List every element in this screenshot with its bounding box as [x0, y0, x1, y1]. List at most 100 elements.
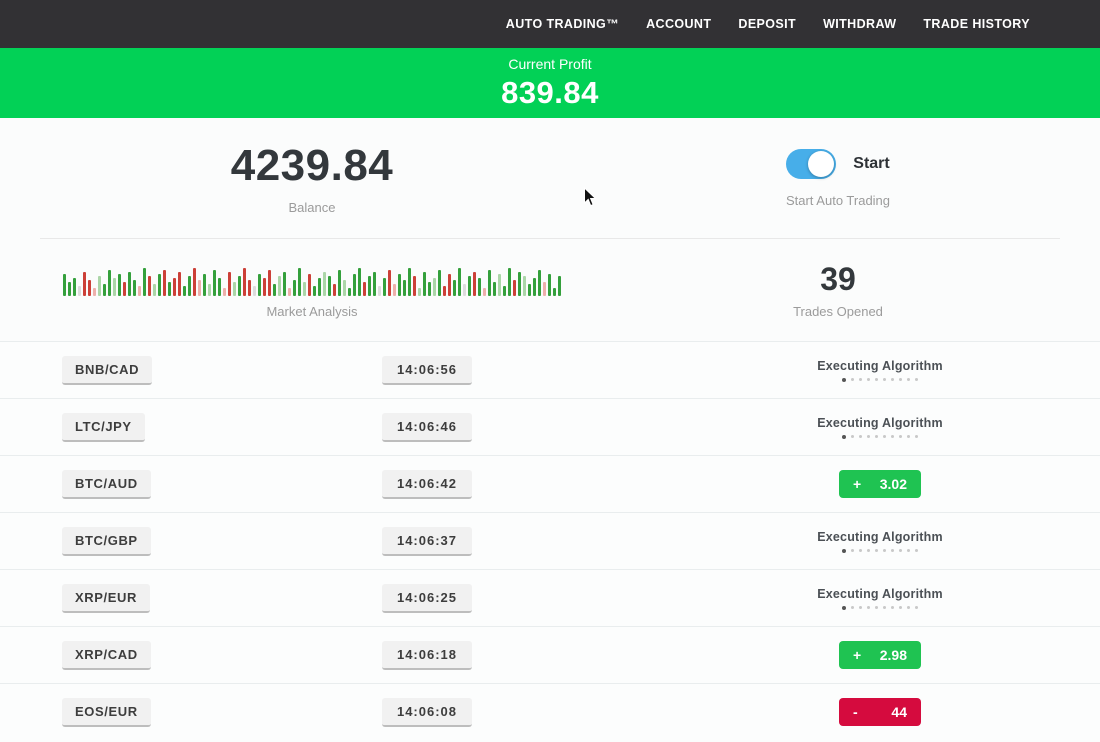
- candle-bar: [458, 268, 461, 296]
- candle-bar: [68, 282, 71, 296]
- result-cell: - 44: [472, 698, 1100, 726]
- result-cell: Executing Algorithm: [472, 416, 1100, 439]
- candle-bar: [493, 282, 496, 296]
- pair-cell: BNB/CAD: [40, 356, 382, 385]
- candle-bar: [188, 276, 191, 296]
- candle-bar: [268, 270, 271, 296]
- pair-cell: XRP/CAD: [40, 641, 382, 670]
- executing-label: Executing Algorithm: [817, 416, 943, 430]
- nav-item-deposit[interactable]: DEPOSIT: [738, 17, 796, 31]
- progress-dot: [883, 606, 886, 609]
- candle-bar: [488, 270, 491, 296]
- candle-bar: [318, 278, 321, 296]
- pair-cell: EOS/EUR: [40, 698, 382, 727]
- nav-item-trade-history[interactable]: TRADE HISTORY: [923, 17, 1030, 31]
- progress-dot: [867, 549, 870, 552]
- profit-banner: Current Profit 839.84: [0, 48, 1100, 118]
- trade-result-badge: +2.98: [839, 641, 921, 669]
- candle-bar: [413, 276, 416, 296]
- time-cell: 14:06:56: [382, 356, 472, 385]
- candle-bar: [128, 272, 131, 296]
- progress-dot: [875, 378, 878, 381]
- candle-bar: [353, 274, 356, 296]
- candle-bar: [283, 272, 286, 296]
- candle-bar: [198, 280, 201, 296]
- nav-item-auto-trading[interactable]: AUTO TRADING™: [506, 17, 619, 31]
- time-badge: 14:06:42: [382, 470, 472, 499]
- progress-dot: [915, 606, 918, 609]
- pair-cell: BTC/GBP: [40, 527, 382, 556]
- candle-bar: [428, 282, 431, 296]
- candle-bar: [358, 268, 361, 296]
- result-value: 44: [891, 704, 907, 720]
- candle-bar: [343, 280, 346, 296]
- progress-dot: [867, 378, 870, 381]
- time-cell: 14:06:46: [382, 413, 472, 442]
- balance-label: Balance: [289, 200, 336, 215]
- pair-cell: BTC/AUD: [40, 470, 382, 499]
- progress-dot: [851, 606, 854, 609]
- candle-bar: [108, 270, 111, 296]
- progress-dot: [842, 378, 846, 382]
- progress-dot: [851, 435, 854, 438]
- time-badge: 14:06:25: [382, 584, 472, 613]
- candle-bar: [518, 272, 521, 296]
- toggle-knob: [808, 151, 834, 177]
- candle-bar: [423, 272, 426, 296]
- progress-dot: [915, 435, 918, 438]
- executing-status: Executing Algorithm: [817, 359, 943, 382]
- result-cell: +2.98: [472, 641, 1100, 669]
- candle-bar: [78, 286, 81, 296]
- balance-stat: 4239.84 Balance: [0, 118, 624, 238]
- executing-status: Executing Algorithm: [817, 587, 943, 610]
- table-row: EOS/EUR14:06:08-44: [0, 683, 1100, 740]
- current-profit-label: Current Profit: [508, 56, 591, 72]
- progress-dot: [891, 435, 894, 438]
- executing-label: Executing Algorithm: [817, 587, 943, 601]
- time-cell: 14:06:18: [382, 641, 472, 670]
- candle-bar: [138, 286, 141, 296]
- progress-dot: [899, 549, 902, 552]
- candle-bar: [513, 280, 516, 296]
- trades-table: BNB/CAD14:06:56Executing AlgorithmLTC/JP…: [0, 341, 1100, 740]
- progress-dot: [851, 549, 854, 552]
- candle-bar: [123, 282, 126, 296]
- candle-bar: [553, 288, 556, 296]
- market-row: Market Analysis 39 Trades Opened: [0, 239, 1100, 341]
- trades-opened-label: Trades Opened: [793, 304, 883, 319]
- progress-dot: [891, 378, 894, 381]
- main-content: 4239.84 Balance Start Start Auto Trading…: [0, 118, 1100, 740]
- time-badge: 14:06:56: [382, 356, 472, 385]
- executing-status: Executing Algorithm: [817, 416, 943, 439]
- candle-bar: [558, 276, 561, 296]
- nav-item-account[interactable]: ACCOUNT: [646, 17, 711, 31]
- result-sign: +: [853, 476, 861, 492]
- candle-bar: [228, 272, 231, 296]
- candle-bar: [238, 276, 241, 296]
- candle-bar: [478, 278, 481, 296]
- table-row: BTC/GBP14:06:37Executing Algorithm: [0, 512, 1100, 569]
- candle-bar: [83, 272, 86, 296]
- result-cell: Executing Algorithm: [472, 530, 1100, 553]
- auto-trading-toggle[interactable]: [786, 149, 836, 179]
- progress-dot: [859, 549, 862, 552]
- table-row: BTC/AUD14:06:42+3.02: [0, 455, 1100, 512]
- market-analysis-stat: Market Analysis: [0, 239, 624, 341]
- candle-bar: [303, 282, 306, 296]
- candle-bar: [523, 276, 526, 296]
- progress-dot: [907, 549, 910, 552]
- candle-bar: [258, 274, 261, 296]
- candle-bar: [178, 272, 181, 296]
- candle-bar: [368, 276, 371, 296]
- result-sign: -: [853, 704, 858, 720]
- executing-label: Executing Algorithm: [817, 359, 943, 373]
- progress-dot: [875, 435, 878, 438]
- candle-bar: [93, 288, 96, 296]
- candle-bar: [203, 274, 206, 296]
- candle-bar: [118, 274, 121, 296]
- candle-bar: [168, 282, 171, 296]
- toggle-state-label: Start: [853, 155, 889, 173]
- pair-badge: BTC/GBP: [62, 527, 151, 556]
- nav-item-withdraw[interactable]: WITHDRAW: [823, 17, 896, 31]
- candle-bar: [213, 270, 216, 296]
